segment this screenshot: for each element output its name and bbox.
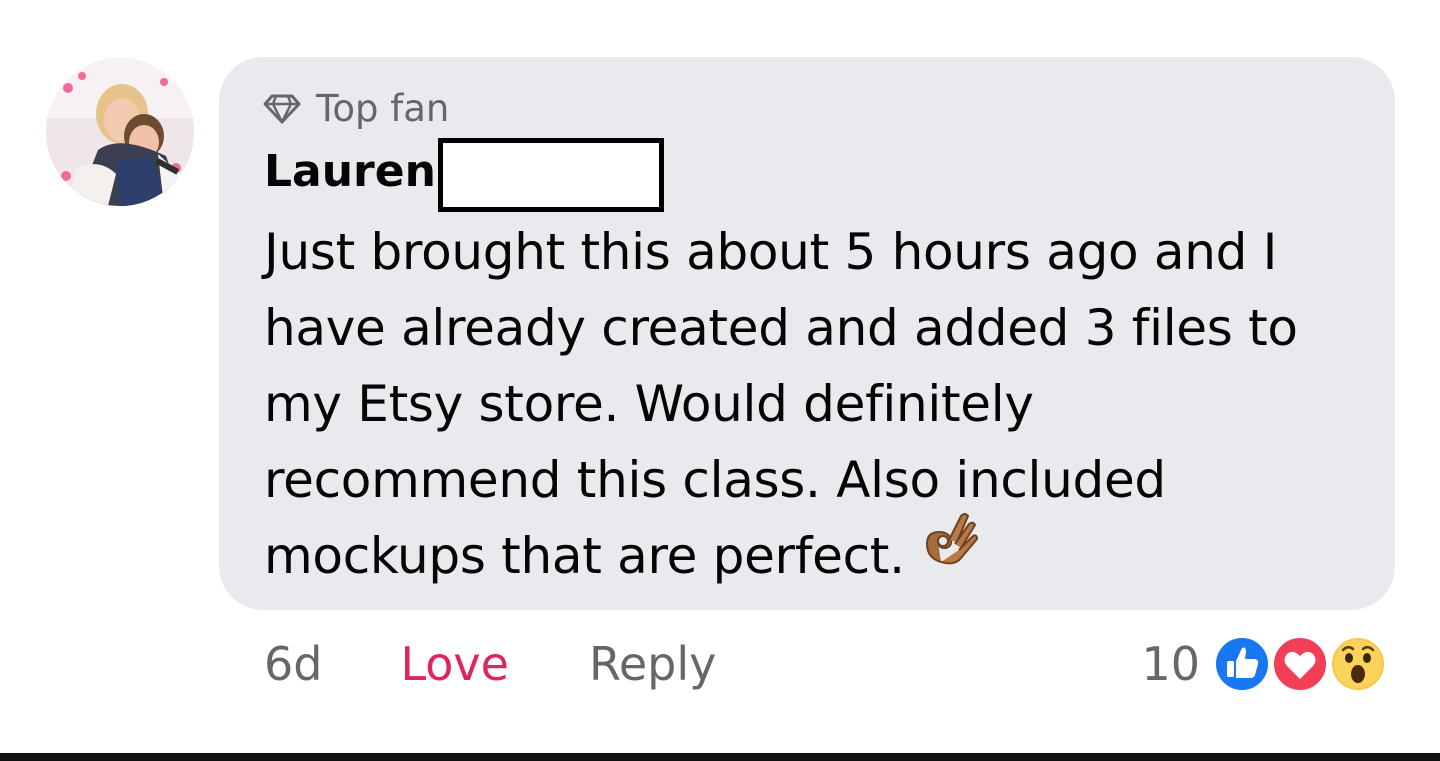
love-button[interactable]: Love [400,632,509,696]
comment-line: my Etsy store. Would definitely [264,375,1034,433]
comment-text: Just brought this about 5 hours ago and … [264,214,1374,594]
comment-line-last: mockups that are perfect. [264,513,1374,594]
reaction-summary[interactable]: 10 [1141,632,1394,696]
wow-reaction-icon [1328,634,1388,694]
comment-line: Just brought this about 5 hours ago and … [264,223,1278,281]
bottom-divider [0,753,1440,761]
diamond-icon [263,94,301,124]
avatar-photo [46,58,194,206]
reply-button[interactable]: Reply [589,632,716,696]
comment-timestamp[interactable]: 6d [264,632,322,696]
comment-line: have already created and added 3 files t… [264,299,1298,357]
reaction-count: 10 [1141,637,1200,691]
top-fan-label: Top fan [316,87,450,130]
author-name[interactable]: Lauren [264,144,436,200]
comment-line: recommend this class. Also included [264,451,1166,509]
comment-actions: 6d Love Reply [264,632,716,696]
like-reaction-icon [1212,634,1272,694]
reaction-icons [1212,632,1394,696]
ok-hand-icon [919,510,979,591]
avatar[interactable] [46,58,194,206]
comment-line: mockups that are perfect. [264,527,905,585]
comment-card: Top fan Lauren Just brought this about 5… [0,0,1440,761]
author-row: Lauren [264,138,664,212]
love-reaction-icon [1270,634,1330,694]
top-fan-badge: Top fan [262,86,449,132]
redaction-box [437,138,664,212]
